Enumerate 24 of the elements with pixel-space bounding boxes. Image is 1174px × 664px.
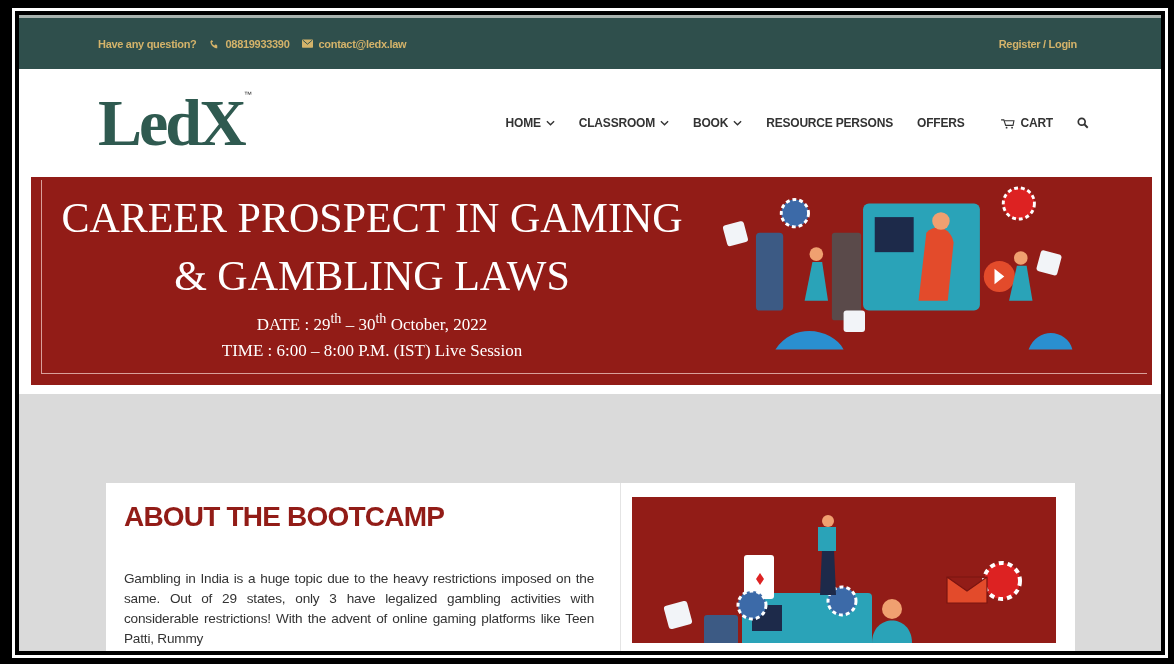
cart-link[interactable]: CART bbox=[1000, 116, 1053, 130]
email-link[interactable]: contact@ledx.law bbox=[318, 37, 407, 50]
banner-title: CAREER PROSPECT IN GAMING bbox=[60, 193, 684, 243]
chevron-icon bbox=[659, 120, 669, 126]
mail-icon bbox=[301, 39, 313, 48]
chevron-icon bbox=[545, 120, 555, 126]
nav-link[interactable]: HOME bbox=[505, 116, 555, 130]
nav-link[interactable]: CLASSROOM bbox=[578, 116, 669, 130]
chevron-icon bbox=[733, 120, 743, 126]
phone-link[interactable]: 08819933390 bbox=[225, 37, 290, 50]
search-icon[interactable] bbox=[1077, 117, 1089, 129]
nav-link[interactable]: BOOK bbox=[692, 116, 743, 130]
event-time: TIME : 6:00 – 8:00 P.M. (IST) Live Session bbox=[220, 340, 524, 363]
question-text: Have any question? bbox=[98, 37, 197, 50]
nav-link[interactable]: RESOURCE PERSONS bbox=[766, 116, 893, 130]
phone-icon bbox=[208, 38, 220, 49]
logo[interactable]: LedX™ bbox=[98, 90, 252, 156]
register-login-link[interactable]: Register / Login bbox=[998, 37, 1077, 50]
section-heading: ABOUT THE BOOTCAMP bbox=[124, 501, 446, 533]
nav-link[interactable]: OFFERS bbox=[917, 116, 965, 130]
about-paragraph: Gambling in India is a huge topic due to the heavy restrictions imposed on the same. Out of 29 states, only 3 have legalized gambling activities with considerable restrictions! With the advent of online gaming platforms like Teen Patti, Rummy bbox=[124, 570, 594, 648]
banner-title: & GAMBLING LAWS bbox=[173, 251, 571, 301]
cart-icon bbox=[1000, 117, 1016, 129]
event-date: DATE : 29$^{th}$ – 30$^{th}$ October, 2022 bbox=[255, 308, 489, 336]
